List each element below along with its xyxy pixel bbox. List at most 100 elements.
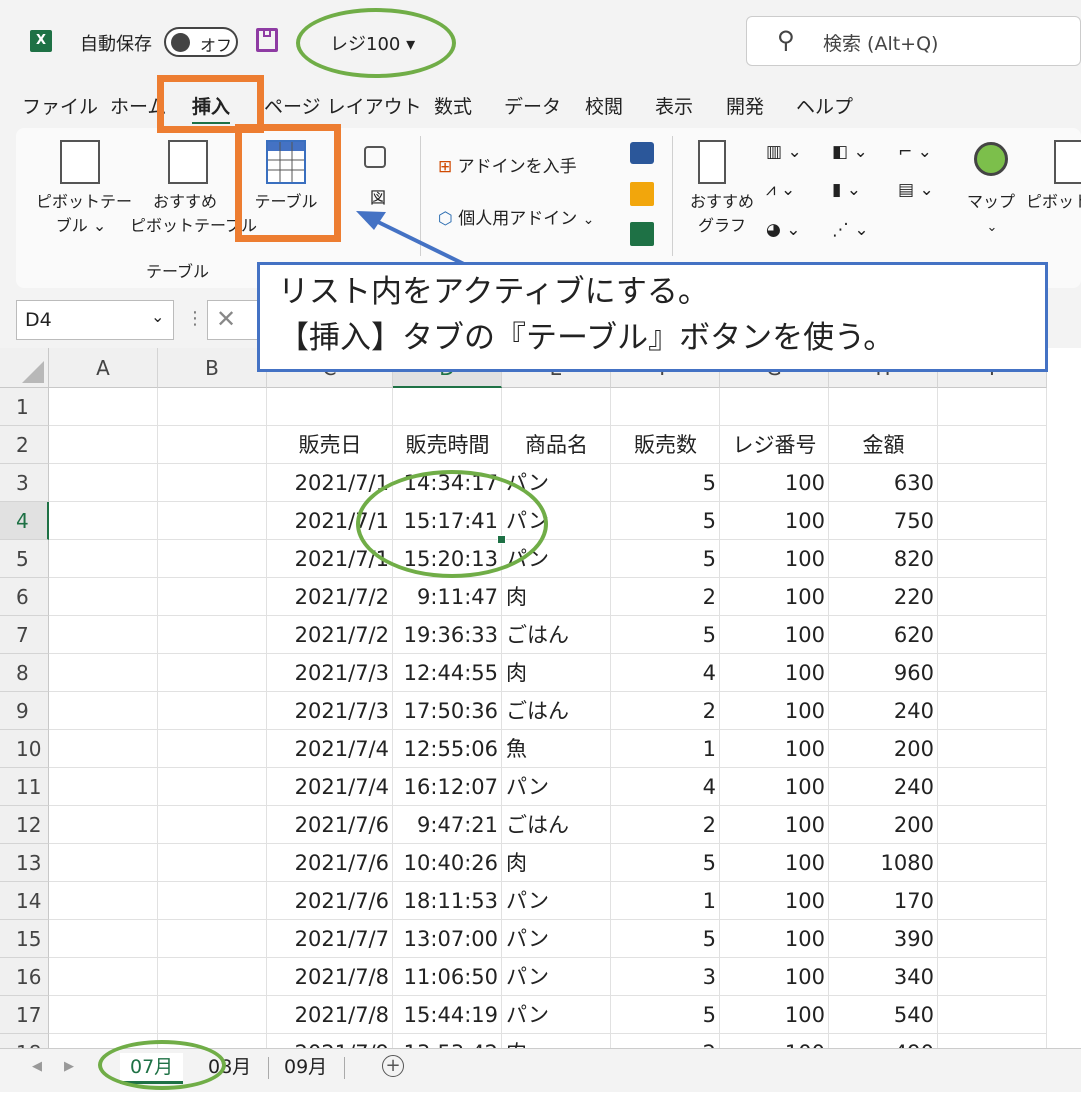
table-cell[interactable]: 2021/7/9 — [267, 1034, 393, 1048]
cell[interactable] — [158, 806, 267, 844]
table-header-cell[interactable]: 販売時間 — [393, 426, 502, 464]
table-cell[interactable]: 13:53:42 — [393, 1034, 502, 1048]
get-addins-button[interactable]: ⊞ アドインを入手 — [438, 152, 577, 177]
cell[interactable] — [158, 920, 267, 958]
table-cell[interactable]: 1 — [611, 730, 720, 768]
table-cell[interactable]: 100 — [720, 730, 829, 768]
cell[interactable] — [938, 426, 1047, 464]
row-header-9[interactable]: 9 — [0, 692, 49, 730]
cell[interactable] — [49, 920, 158, 958]
table-cell[interactable]: 240 — [829, 768, 938, 806]
table-cell[interactable]: 5 — [611, 502, 720, 540]
cell[interactable] — [611, 388, 720, 426]
line-chart-button[interactable]: ⩘ ⌄ — [766, 180, 795, 200]
table-cell[interactable]: 2021/7/6 — [267, 844, 393, 882]
autosave-toggle[interactable]: オフ — [164, 27, 238, 57]
table-cell[interactable]: 100 — [720, 882, 829, 920]
my-addins-button[interactable]: ⬡ 個人用アドイン ⌄ — [438, 204, 594, 229]
tab-developer[interactable]: 開発 — [726, 92, 764, 119]
statistic-chart-button[interactable]: ▮ ⌄ — [832, 180, 861, 200]
row-header-17[interactable]: 17 — [0, 996, 49, 1034]
add-sheet-icon[interactable]: + — [382, 1055, 404, 1077]
table-cell[interactable]: 5 — [611, 464, 720, 502]
cell[interactable] — [158, 768, 267, 806]
scatter-chart-button[interactable]: ⋰ ⌄ — [832, 220, 869, 240]
cell[interactable] — [938, 1034, 1047, 1048]
cell[interactable] — [938, 464, 1047, 502]
tab-help[interactable]: ヘルプ — [796, 92, 853, 119]
table-cell[interactable]: 100 — [720, 502, 829, 540]
table-header-cell[interactable]: 金額 — [829, 426, 938, 464]
table-cell[interactable]: パン — [502, 996, 611, 1034]
cell[interactable] — [49, 958, 158, 996]
cell[interactable] — [938, 616, 1047, 654]
table-cell[interactable]: 3 — [611, 958, 720, 996]
table-cell[interactable]: 5 — [611, 920, 720, 958]
table-cell[interactable]: 200 — [829, 730, 938, 768]
table-cell[interactable]: 9:47:21 — [393, 806, 502, 844]
cell[interactable] — [938, 806, 1047, 844]
cell[interactable] — [49, 654, 158, 692]
cell[interactable] — [938, 958, 1047, 996]
search-box[interactable]: ⚲ 検索 (Alt+Q) — [746, 16, 1081, 66]
cell[interactable] — [938, 920, 1047, 958]
table-cell[interactable]: 620 — [829, 616, 938, 654]
table-cell[interactable]: 630 — [829, 464, 938, 502]
cell[interactable] — [938, 692, 1047, 730]
table-cell[interactable]: 960 — [829, 654, 938, 692]
cell[interactable] — [49, 768, 158, 806]
tab-page-layout[interactable]: ページ レイアウト — [264, 92, 422, 119]
table-cell[interactable]: 100 — [720, 692, 829, 730]
visio-icon[interactable] — [630, 142, 654, 164]
row-header-5[interactable]: 5 — [0, 540, 49, 578]
table-cell[interactable]: 19:36:33 — [393, 616, 502, 654]
table-cell[interactable]: 240 — [829, 692, 938, 730]
row-header-14[interactable]: 14 — [0, 882, 49, 920]
tab-file[interactable]: ファイル — [22, 92, 98, 119]
table-cell[interactable]: 100 — [720, 996, 829, 1034]
row-header-13[interactable]: 13 — [0, 844, 49, 882]
cell[interactable] — [158, 616, 267, 654]
table-cell[interactable]: 750 — [829, 502, 938, 540]
cell[interactable] — [49, 388, 158, 426]
cell[interactable] — [49, 996, 158, 1034]
table-cell[interactable]: 2021/7/8 — [267, 958, 393, 996]
table-cell[interactable]: ごはん — [502, 806, 611, 844]
cell[interactable] — [938, 844, 1047, 882]
table-cell[interactable]: 100 — [720, 540, 829, 578]
cell[interactable] — [158, 882, 267, 920]
combo-chart-button[interactable]: ▤ ⌄ — [898, 180, 934, 200]
table-cell[interactable]: 100 — [720, 578, 829, 616]
table-cell[interactable]: 魚 — [502, 730, 611, 768]
table-cell[interactable]: パン — [502, 768, 611, 806]
row-header-3[interactable]: 3 — [0, 464, 49, 502]
table-cell[interactable]: 2021/7/8 — [267, 996, 393, 1034]
table-cell[interactable]: 肉 — [502, 654, 611, 692]
row-header-7[interactable]: 7 — [0, 616, 49, 654]
cell[interactable] — [158, 730, 267, 768]
worksheet-grid[interactable]: ABCDEFGHI123456789101112131415161718販売日販… — [0, 348, 1081, 1048]
cell[interactable] — [158, 654, 267, 692]
table-cell[interactable]: 100 — [720, 464, 829, 502]
table-cell[interactable]: 2 — [611, 692, 720, 730]
tab-data[interactable]: データ — [504, 92, 561, 119]
table-cell[interactable]: 2 — [611, 1034, 720, 1048]
table-cell[interactable]: 100 — [720, 844, 829, 882]
cell[interactable] — [393, 388, 502, 426]
table-cell[interactable]: 肉 — [502, 1034, 611, 1048]
table-header-cell[interactable]: 商品名 — [502, 426, 611, 464]
people-graph-icon[interactable] — [630, 222, 654, 246]
cell[interactable] — [267, 388, 393, 426]
table-cell[interactable]: 2 — [611, 806, 720, 844]
cell[interactable] — [720, 388, 829, 426]
table-cell[interactable]: 2021/7/4 — [267, 768, 393, 806]
cell[interactable] — [158, 426, 267, 464]
cell[interactable] — [49, 882, 158, 920]
sheet-tab-09[interactable]: 09月 — [274, 1053, 337, 1081]
table-cell[interactable]: 100 — [720, 654, 829, 692]
cell[interactable] — [49, 730, 158, 768]
row-header-10[interactable]: 10 — [0, 730, 49, 768]
table-cell[interactable]: 540 — [829, 996, 938, 1034]
hierarchy-chart-button[interactable]: ◧ ⌄ — [832, 142, 868, 162]
table-cell[interactable]: 100 — [720, 768, 829, 806]
